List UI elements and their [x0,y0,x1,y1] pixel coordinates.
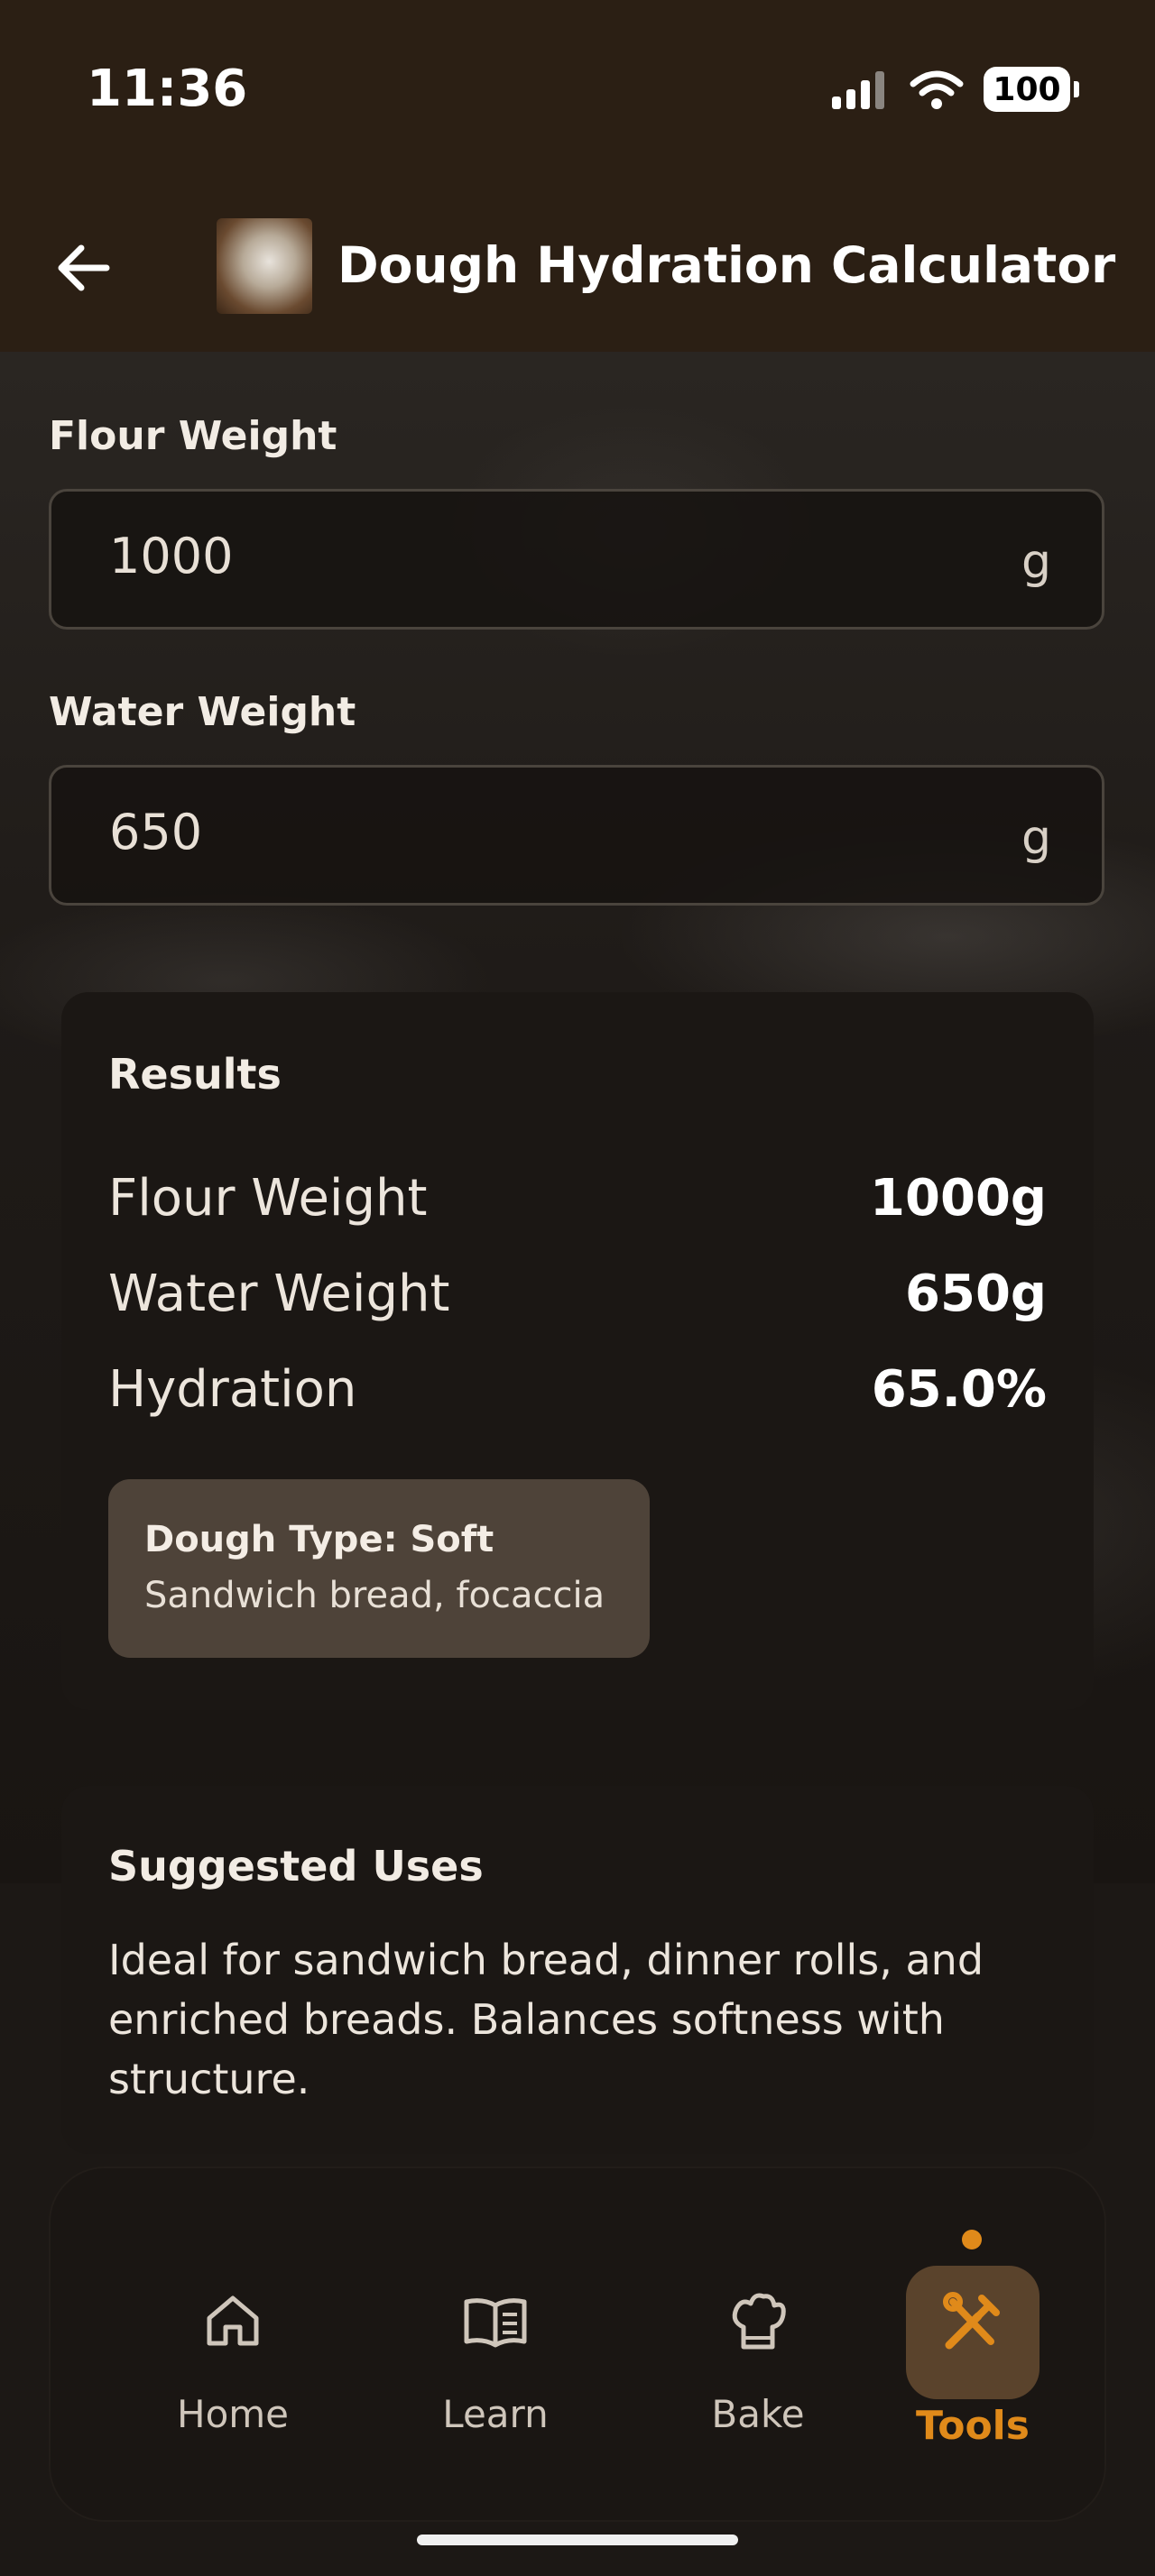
nav-label-learn: Learn [442,2392,549,2436]
tools-icon [943,2292,1000,2350]
result-row-water: Water Weight 650g [108,1265,1047,1328]
wifi-icon [910,70,964,109]
result-label: Water Weight [108,1265,450,1323]
result-row-hydration: Hydration 65.0% [108,1360,1047,1423]
nav-label-bake: Bake [711,2392,805,2436]
flour-weight-field[interactable]: g [49,489,1104,630]
result-row-flour: Flour Weight 1000g [108,1169,1047,1232]
home-icon [207,2295,259,2346]
result-value: 1000g [870,1169,1047,1228]
nav-label-home: Home [176,2392,290,2436]
flour-weight-label: Flour Weight [49,413,337,459]
status-time: 11:36 [87,60,248,118]
back-arrow-icon[interactable] [52,236,116,299]
signal-icon [832,71,884,109]
water-weight-label: Water Weight [49,689,356,735]
suggested-uses-card: Suggested Uses Ideal for sandwich bread,… [61,1786,1094,2154]
home-indicator [417,2535,738,2545]
status-bar: 11:36 100 [0,0,1155,180]
results-title: Results [108,1050,282,1099]
flour-thumbnail [217,218,312,314]
nav-item-bake[interactable]: Bake [659,2286,857,2436]
book-icon [464,2298,527,2348]
nav-label-tools: Tools [916,2403,1030,2449]
battery-icon: 100 [984,67,1079,112]
nav-item-home[interactable]: Home [134,2286,332,2436]
status-icons: 100 [830,67,1079,112]
result-label: Hydration [108,1360,357,1419]
dough-type-title: Dough Type: Soft [144,1519,494,1560]
nav-item-tools[interactable]: Tools [873,2286,1072,2449]
result-value: 650g [905,1265,1047,1323]
suggested-uses-text: Ideal for sandwich bread, dinner rolls, … [108,1936,984,2103]
dough-type-badge: Dough Type: Soft Sandwich bread, focacci… [108,1479,650,1658]
dough-type-subtitle: Sandwich bread, focaccia [144,1575,605,1616]
active-indicator-dot [962,2230,982,2249]
results-card: Results Flour Weight 1000g Water Weight … [61,992,1094,1710]
bottom-nav: Home Learn Bake Tools [51,2168,1104,2520]
flour-weight-input[interactable] [109,528,921,584]
nav-item-learn[interactable]: Learn [396,2286,595,2436]
suggested-uses-title: Suggested Uses [108,1842,484,1891]
water-weight-input[interactable] [109,804,921,860]
water-unit: g [1021,811,1051,865]
page-title: Dough Hydration Calculator [337,236,1116,294]
water-weight-field[interactable]: g [49,765,1104,906]
result-label: Flour Weight [108,1169,428,1228]
chef-hat-icon [732,2293,786,2350]
flour-unit: g [1021,535,1051,589]
result-value: 65.0% [871,1360,1047,1419]
